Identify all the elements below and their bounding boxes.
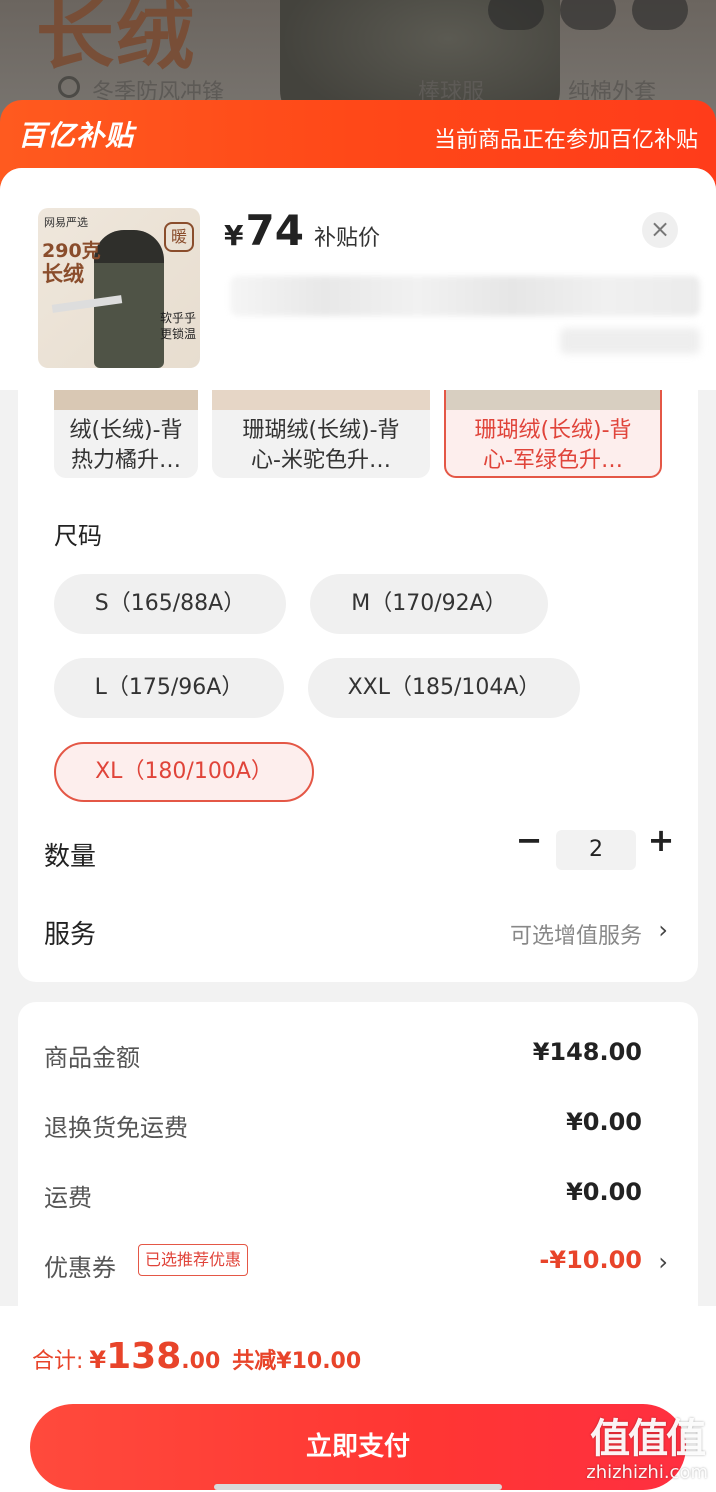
color-variant-label: 珊瑚绒(长绒)-背 心-军绿色升… [474, 418, 632, 473]
price-line-value: ¥148.00 [532, 1038, 642, 1066]
color-variant-label: 绒(长绒)-背 热力橘升… [69, 418, 183, 473]
total-label: 合计: [32, 1349, 84, 1374]
product-thumbnail[interactable]: 网易严选 290克 长绒 暖 软乎乎 更锁温 [38, 208, 200, 368]
blurred-product-title [230, 276, 700, 316]
price-line-label: 商品金额 [44, 1044, 140, 1072]
total-currency: ¥ [89, 1346, 107, 1374]
thumb-brand: 网易严选 [44, 216, 88, 229]
thumb-note: 软乎乎 更锁温 [160, 310, 196, 342]
quantity-plus-button[interactable]: + [646, 824, 676, 856]
color-variant-label: 珊瑚绒(长绒)-背 心-米驼色升… [242, 418, 400, 473]
total-savings: 共减¥10.00 [232, 1349, 362, 1374]
size-option-selected[interactable]: XL（180/100A） [54, 742, 314, 802]
price-label: 补贴价 [313, 226, 380, 251]
price-line-label: 退换货免运费 [44, 1114, 188, 1142]
price-line-value: ¥0.00 [566, 1108, 642, 1136]
subsidy-price: ¥ 74 补贴价 [224, 206, 380, 255]
share-icon [560, 0, 616, 30]
size-option[interactable]: XXL（185/104A） [308, 658, 580, 718]
total-decimal: .00 [181, 1349, 221, 1374]
sku-selection-sheet: 网易严选 290克 长绒 暖 软乎乎 更锁温 ¥ 74 补贴价 × 绒(长绒)-… [0, 168, 716, 1492]
total-summary: 合计: ¥ 138 .00 共减¥10.00 [32, 1336, 361, 1377]
home-indicator [214, 1484, 502, 1490]
quantity-value[interactable]: 2 [556, 830, 636, 870]
chevron-right-icon[interactable]: › [658, 1248, 668, 1276]
close-icon[interactable]: × [642, 212, 678, 248]
size-option[interactable]: M（170/92A） [310, 574, 548, 634]
favorite-icon [488, 0, 544, 30]
options-card: 绒(长绒)-背 热力橘升… 珊瑚绒(长绒)-背 心-米驼色升… 珊瑚绒(长绒)-… [18, 368, 698, 982]
subsidy-note: 当前商品正在参加百亿补贴 [433, 128, 698, 153]
quantity-label: 数量 [44, 842, 97, 872]
coupon-label: 优惠券 [44, 1254, 116, 1282]
service-label: 服务 [44, 920, 97, 950]
more-icon [632, 0, 688, 30]
checkout-bar: 合计: ¥ 138 .00 共减¥10.00 立即支付 值值值 zhizhizh… [0, 1306, 716, 1492]
watermark-url: zhizhizhi.com [586, 1462, 708, 1483]
price-line-label: 运费 [44, 1184, 92, 1212]
watermark: 值值值 zhizhizhi.com [586, 1406, 708, 1483]
price-currency: ¥ [224, 219, 244, 252]
size-option[interactable]: S（165/88A） [54, 574, 286, 634]
coupon-value[interactable]: -¥10.00 [539, 1246, 642, 1274]
thumb-note-line: 软乎乎 [159, 311, 196, 325]
price-detail-card: 商品金额 ¥148.00 退换货免运费 ¥0.00 运费 ¥0.00 优惠券 已… [18, 1002, 698, 1332]
total-amount: 138 [106, 1336, 182, 1377]
service-link[interactable]: 可选增值服务 [510, 918, 642, 950]
subsidy-logo: 百亿补贴 [18, 119, 135, 152]
size-section-title: 尺码 [54, 522, 102, 550]
thumb-warm-badge: 暖 [164, 222, 194, 252]
watermark-logo: 值值值 [590, 1416, 706, 1462]
blurred-product-subtitle [560, 328, 700, 354]
coupon-tag: 已选推荐优惠 [138, 1244, 249, 1276]
bg-hero-text: 长绒 [36, 0, 197, 80]
size-option[interactable]: L（175/96A） [54, 658, 284, 718]
quantity-minus-button[interactable]: − [514, 824, 544, 856]
thumb-title: 长绒 [42, 262, 84, 286]
product-summary: 网易严选 290克 长绒 暖 软乎乎 更锁温 ¥ 74 补贴价 × [0, 168, 716, 390]
price-value: 74 [245, 206, 304, 255]
thumb-note-line: 更锁温 [159, 327, 196, 341]
chevron-right-icon[interactable]: › [658, 916, 668, 944]
price-line-value: ¥0.00 [566, 1178, 642, 1206]
